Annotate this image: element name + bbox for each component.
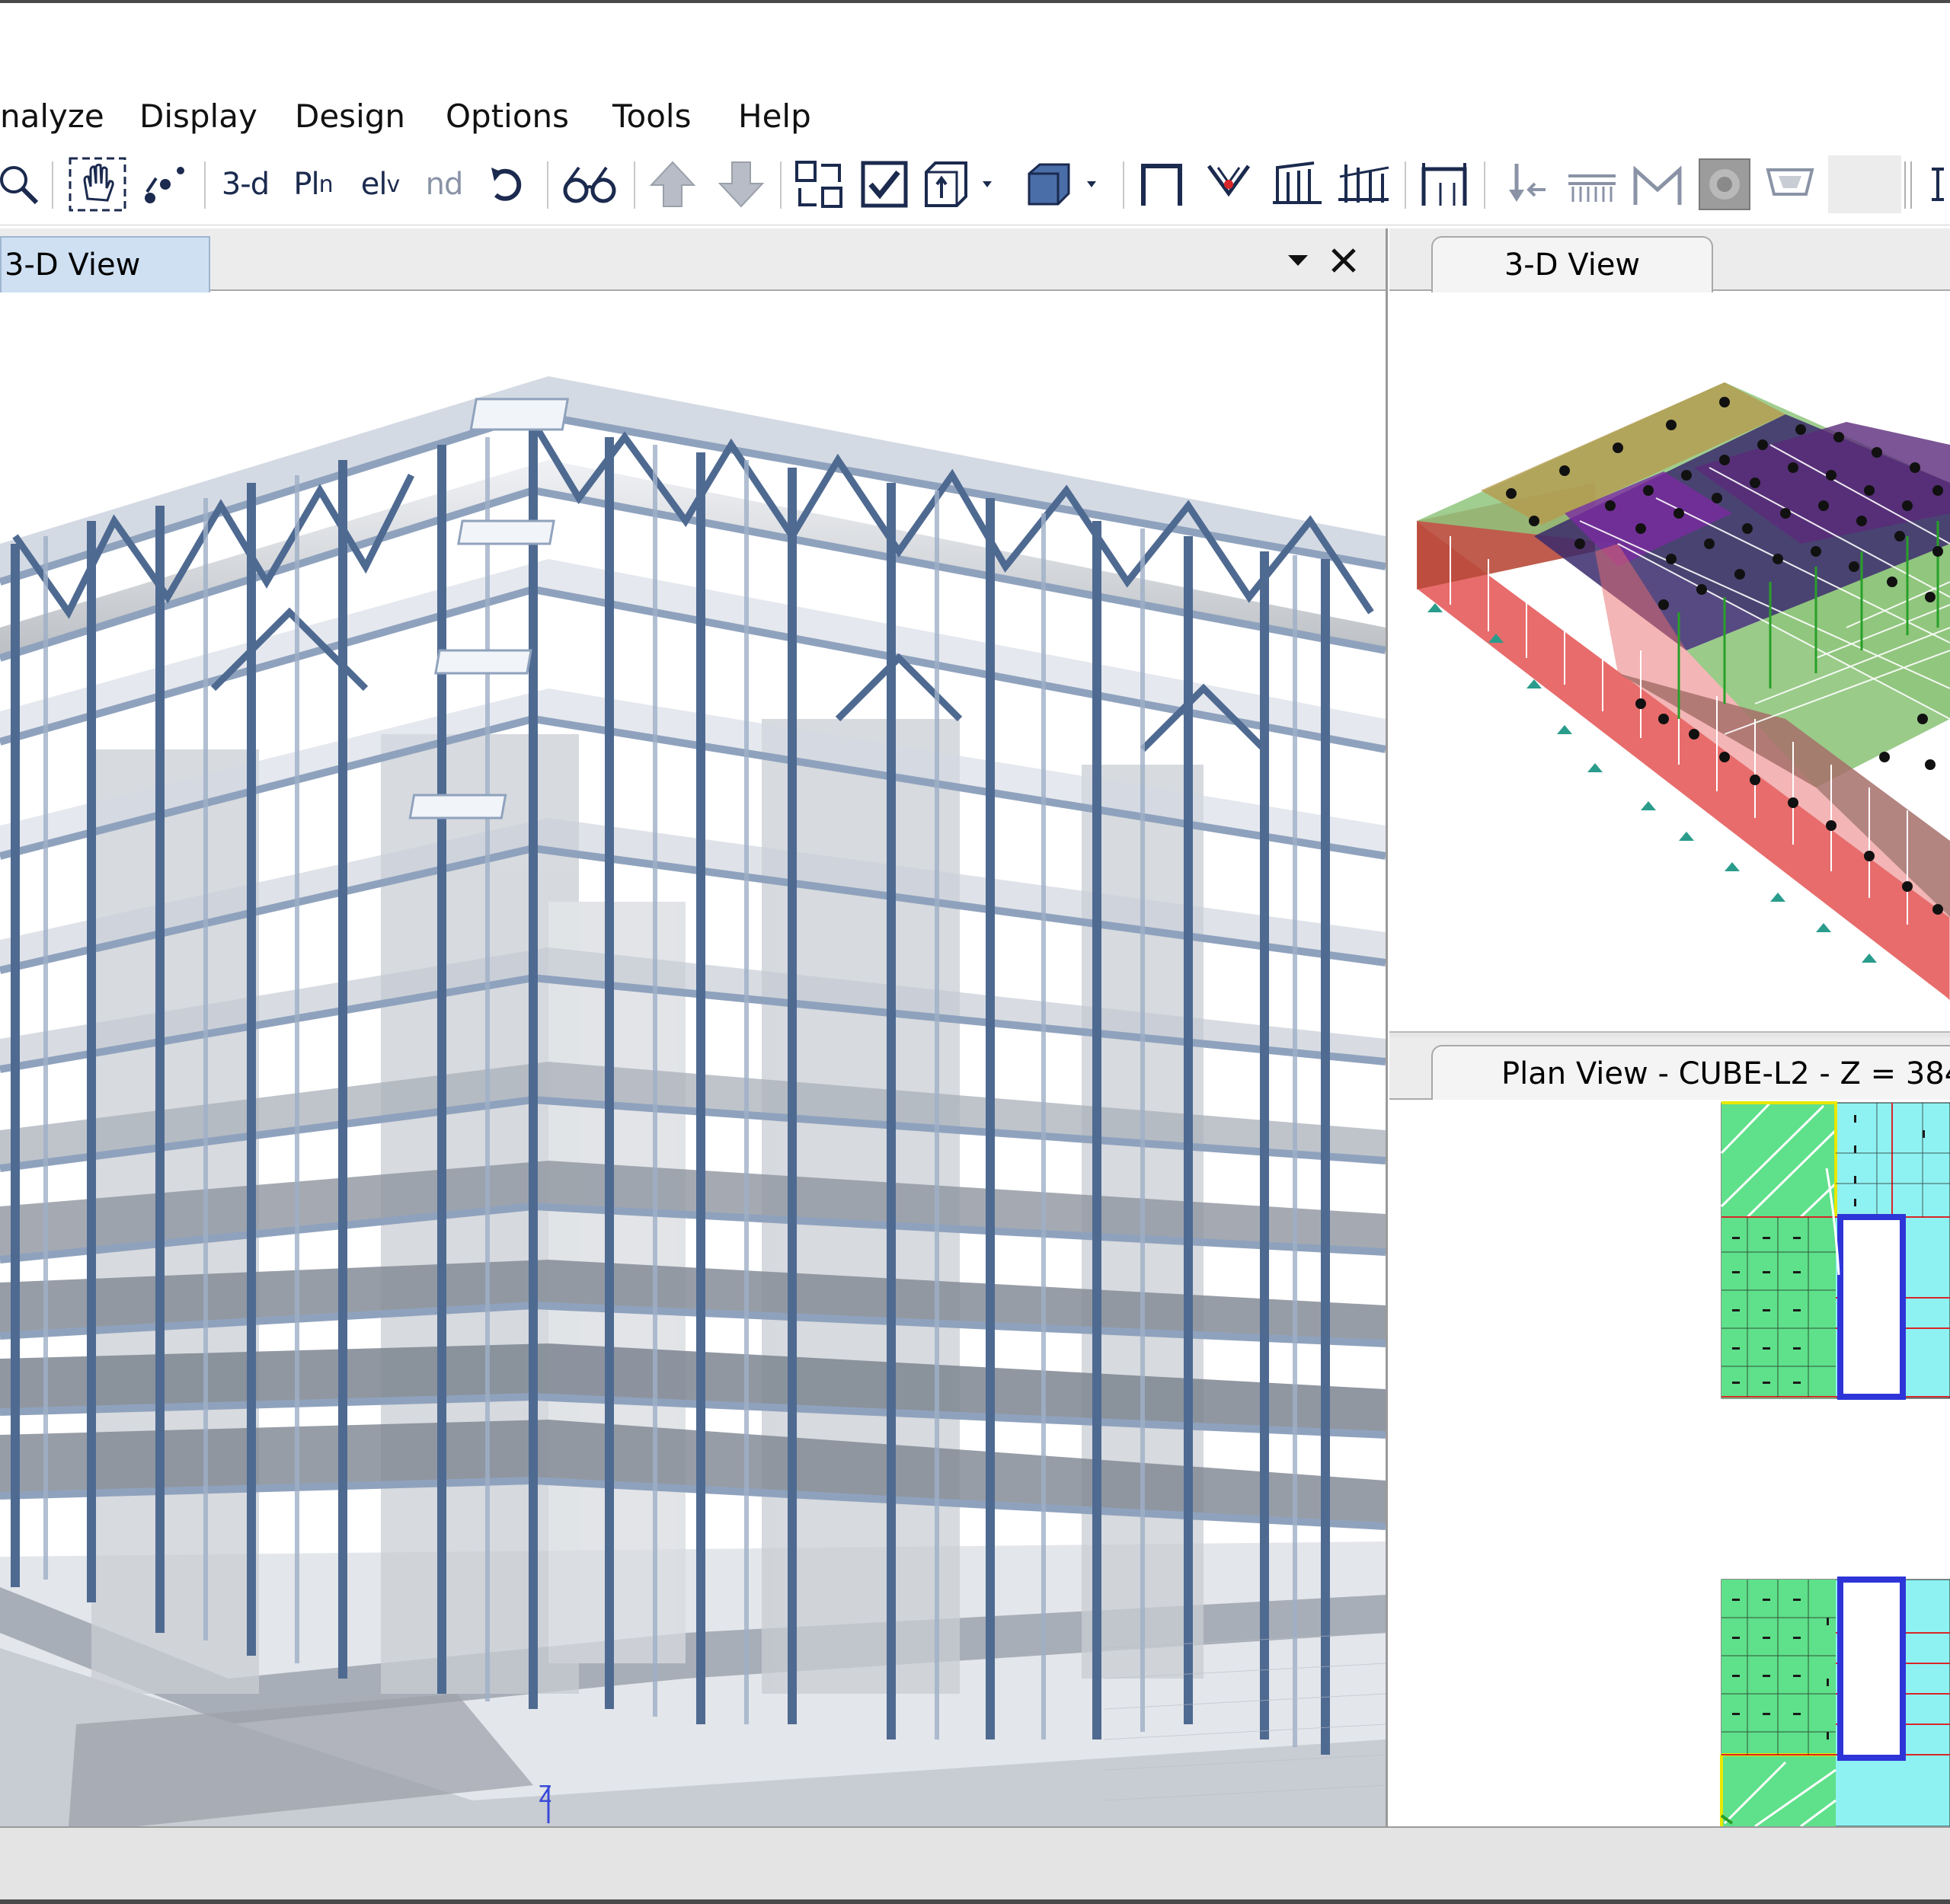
assign-restraint-icon[interactable] — [1494, 155, 1555, 213]
toolbar-separator — [1123, 161, 1124, 209]
view-3d-button[interactable]: 3-d — [215, 155, 276, 213]
menu-tools[interactable]: Tools — [612, 97, 691, 135]
view-plan-sub: n — [318, 171, 334, 198]
view-plan-label: Pl — [293, 167, 319, 202]
draw-beams-icon[interactable] — [1333, 155, 1394, 213]
menu-bar: nalyze Display Design Options Tools Help — [0, 91, 1950, 145]
tab-plan-view[interactable]: Plan View - CUBE-L2 - Z = 384 ( — [1431, 1045, 1950, 1101]
right-bottom-tabstrip: Plan View - CUBE-L2 - Z = 384 ( — [1389, 1037, 1950, 1101]
right-view-pane: 3-D View Plan View - CUBE-L2 - Z = 384 ( — [1389, 228, 1950, 1826]
select-object-icon[interactable] — [791, 155, 847, 213]
plan-drawing — [1389, 1100, 1950, 1826]
assign-diaphragm-icon[interactable] — [1760, 155, 1821, 213]
toolbar-grip — [1904, 161, 1906, 209]
toolbar-overflow — [1828, 155, 1901, 213]
view-elevation-button[interactable]: el v — [352, 155, 408, 213]
display-options-dropdown[interactable] — [922, 155, 998, 213]
rubber-band-zoom-icon[interactable] — [137, 155, 190, 213]
view-nd-button[interactable]: nd — [419, 155, 469, 213]
status-bar — [0, 1826, 1950, 1904]
object-shrink-dropdown[interactable] — [1021, 155, 1104, 213]
assign-moment-icon[interactable] — [1627, 155, 1688, 213]
view-plan-button[interactable]: Pl n — [285, 155, 341, 213]
menu-design[interactable]: Design — [295, 97, 405, 135]
draw-brace-icon[interactable] — [1200, 155, 1257, 213]
model-3d-small-canvas[interactable] — [1389, 292, 1950, 1031]
draw-frame-icon[interactable] — [1133, 155, 1190, 213]
close-icon[interactable] — [1322, 239, 1365, 282]
plan-view-canvas[interactable] — [1389, 1100, 1950, 1826]
right-top-tabstrip: 3-D View — [1389, 228, 1950, 292]
tab-3d-view-right[interactable]: 3-D View — [1431, 236, 1713, 292]
move-down-icon[interactable] — [713, 155, 769, 213]
plan-upper-block — [1720, 1101, 1950, 1400]
rotate-icon[interactable] — [481, 155, 535, 213]
window-top-border — [0, 0, 1950, 3]
model-3d-canvas[interactable]: Z — [0, 292, 1386, 1826]
toolbar-separator — [1405, 161, 1406, 209]
toolbar-separator — [634, 161, 635, 209]
draw-columns-icon[interactable] — [1266, 155, 1327, 213]
toolbar-separator — [1484, 161, 1485, 209]
tab-3d-view-left[interactable]: 3-D View — [0, 236, 210, 292]
checkbox-icon[interactable] — [856, 155, 913, 213]
move-up-icon[interactable] — [644, 155, 701, 213]
toolbar-separator — [204, 161, 206, 209]
view-3d-label: 3-d — [221, 167, 270, 202]
toolbar-separator — [52, 161, 53, 209]
perspective-glasses-icon[interactable] — [558, 155, 622, 213]
view-elev-sub: v — [386, 171, 400, 198]
pan-hand-icon[interactable] — [67, 155, 128, 213]
view-nd-label: nd — [425, 167, 464, 202]
zoom-icon[interactable] — [0, 155, 43, 213]
view-elev-label: el — [360, 167, 388, 202]
menu-display[interactable]: Display — [139, 97, 257, 135]
toolbar-grip — [1910, 161, 1912, 209]
left-tabstrip: 3-D View — [0, 228, 1386, 292]
building-model-drawing — [0, 292, 1386, 1826]
left-3d-view-pane: 3-D View Z — [0, 228, 1388, 1826]
slab-model-drawing — [1389, 292, 1950, 1031]
assign-texture-icon[interactable] — [1694, 155, 1755, 213]
draw-wall-icon[interactable] — [1415, 155, 1473, 213]
menu-options[interactable]: Options — [446, 97, 569, 135]
pane-dropdown-icon[interactable] — [1277, 239, 1319, 282]
toolbar-next-icon[interactable] — [1927, 155, 1950, 213]
menu-help[interactable]: Help — [738, 97, 811, 135]
plan-lower-block — [1720, 1577, 1950, 1826]
toolbar: 3-d Pl n el v nd — [0, 149, 1950, 225]
z-axis-label: Z — [538, 1781, 552, 1808]
toolbar-separator — [547, 161, 548, 209]
assign-slab-icon[interactable] — [1562, 155, 1622, 213]
menu-analyze[interactable]: nalyze — [0, 97, 104, 135]
toolbar-separator — [780, 161, 782, 209]
